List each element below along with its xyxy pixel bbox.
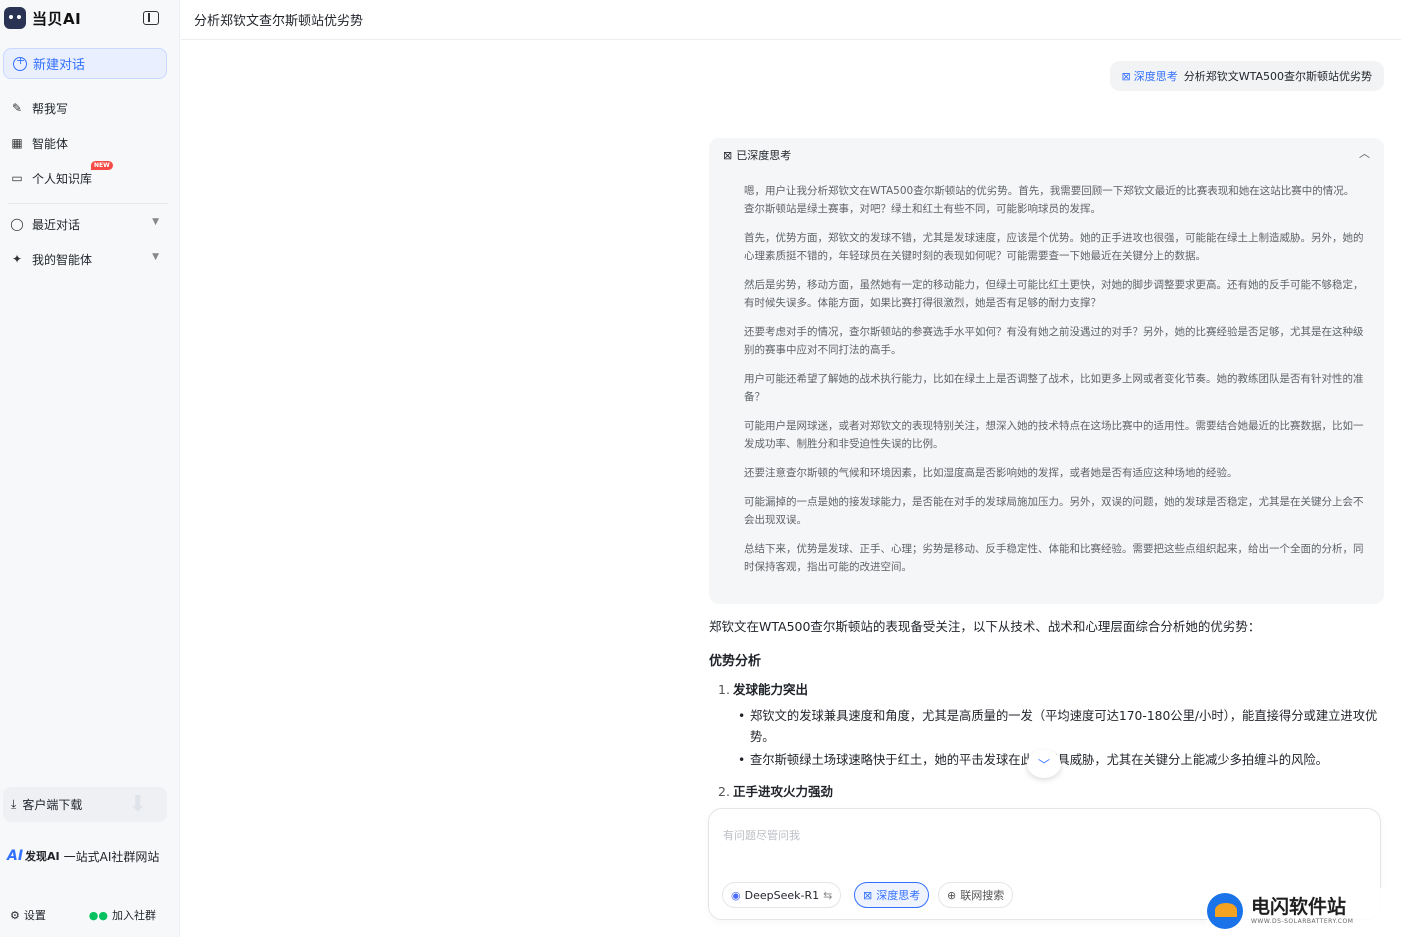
- sidebar-item-label: 个人知识库: [32, 171, 93, 186]
- deep-think-tag: ⊠ 深度思考: [1121, 69, 1178, 84]
- watermark-title: 电闪软件站: [1251, 896, 1347, 918]
- promo-text: 一站式AI社群网站: [63, 849, 160, 864]
- deep-think-toggle[interactable]: ⊠ 深度思考: [854, 882, 930, 908]
- chevron-up-icon[interactable]: ︿: [1359, 145, 1370, 161]
- brand[interactable]: 当贝AI: [4, 6, 81, 30]
- message-input-placeholder[interactable]: 有问题尽管问我: [723, 827, 800, 843]
- chevron-down-icon: ▼: [152, 252, 159, 262]
- thinking-paragraph: 还要考虑对手的情况，查尔斯顿站的参赛选手水平如何？有没有她之前没遇过的对手？另外…: [744, 326, 1364, 356]
- pen-icon: ✎: [11, 101, 23, 115]
- download-arrow-icon: ⬇: [128, 792, 147, 817]
- sidebar-section-recent[interactable]: ◯ 最近对话 ▼: [10, 213, 165, 235]
- answer-list: 1.发球能力突出 郑钦文的发球兼具速度和角度，尤其是高质量的一发（平均速度可达1…: [709, 679, 1389, 800]
- assistant-answer: 郑钦文在WTA500查尔斯顿站的表现备受关注，以下从技术、战术和心理层面综合分析…: [709, 618, 1389, 808]
- sidebar-section-my-agents[interactable]: ✦ 我的智能体 ▼: [10, 248, 165, 270]
- chevron-down-icon: ﹀: [1037, 757, 1050, 772]
- model-name: DeepSeek-R1: [744, 888, 820, 902]
- divider: [8, 203, 168, 204]
- new-chat-label: 新建对话: [33, 58, 86, 73]
- robot-logo-icon: [4, 7, 26, 29]
- list-item: 郑钦文的发球兼具速度和角度，尤其是高质量的一发（平均速度可达170-180公里/…: [738, 706, 1389, 748]
- thinking-paragraph: 然后是劣势，移动方面，虽然她有一定的移动能力，但绿土可能比红土更快，对她的脚步调…: [744, 279, 1364, 309]
- settings-button[interactable]: ⚙ 设置: [10, 907, 46, 923]
- thinking-paragraph: 首先，优势方面，郑钦文的发球不错，尤其是发球速度，应该是个优势。她的正手进攻也很…: [744, 232, 1364, 262]
- thinking-header[interactable]: ⊠ 已深度思考: [723, 147, 791, 163]
- watermark: 电闪软件站 WWW.DS-SOLARBATTERY.COM: [1207, 888, 1397, 933]
- sidebar-section-label: 我的智能体: [32, 252, 93, 267]
- new-chat-icon: [13, 54, 27, 71]
- answer-point-title: 1. 发球能力突出: [718, 682, 808, 697]
- atom-icon: ⊠: [863, 888, 873, 902]
- thinking-panel: ⊠ 已深度思考 ︿ 嗯，用户让我分析郑钦文在WTA500查尔斯顿站的优劣势。首先…: [709, 138, 1384, 604]
- atom-icon: ⊠: [723, 148, 733, 162]
- thinking-paragraph: 可能用户是网球迷，或者对郑钦文的表现特别关注，想深入她的技术特点在这场比赛中的适…: [744, 420, 1364, 450]
- thinking-paragraph: 总结下来，优势是发球、正手、心理；劣势是移动、反手稳定性、体能和比赛经验。需要把…: [744, 543, 1364, 573]
- thinking-content: 嗯，用户让我分析郑钦文在WTA500查尔斯顿站的优劣势。首先，我需要回顾一下郑钦…: [744, 182, 1364, 587]
- sidebar: 当贝AI 新建对话 ✎ 帮我写 ▦ 智能体 ▭ 个人知识库 NEW ◯ 最近对话…: [0, 0, 180, 937]
- folder-icon: ▭: [11, 171, 23, 185]
- promo-logo-icon: AI: [7, 848, 24, 864]
- user-message: ⊠ 深度思考 分析郑钦文WTA500查尔斯顿站优劣势: [1109, 61, 1384, 91]
- sidebar-section-label: 最近对话: [32, 217, 81, 232]
- user-message-text: 分析郑钦文WTA500查尔斯顿站优劣势: [1183, 70, 1372, 83]
- thinking-paragraph: 用户可能还希望了解她的战术执行能力，比如在绿土上是否调整了战术，比如更多上网或者…: [744, 373, 1364, 403]
- sidebar-item-knowledge[interactable]: ▭ 个人知识库 NEW: [10, 161, 165, 189]
- answer-intro: 郑钦文在WTA500查尔斯顿站的表现备受关注，以下从技术、战术和心理层面综合分析…: [709, 619, 1261, 634]
- sidebar-footer: ⚙ 设置 ●● 加入社群: [10, 905, 170, 925]
- chat-bubble-icon: ◯: [10, 217, 24, 231]
- model-selector[interactable]: ◉ DeepSeek-R1 ⇆: [722, 882, 842, 908]
- grid-icon: ▦: [11, 136, 23, 150]
- gear-icon: ⚙: [10, 908, 20, 922]
- answer-section-title: 优势分析: [709, 654, 762, 669]
- sidebar-item-label: 智能体: [32, 136, 69, 151]
- watermark-url: WWW.DS-SOLARBATTERY.COM: [1251, 918, 1354, 925]
- thinking-paragraph: 可能漏掉的一点是她的接发球能力，是否能在对手的发球局施加压力。另外，双误的问题，…: [744, 496, 1364, 526]
- globe-icon: ⊕: [947, 888, 957, 902]
- new-chat-button[interactable]: 新建对话: [3, 48, 167, 79]
- thinking-paragraph: 嗯，用户让我分析郑钦文在WTA500查尔斯顿站的优劣势。首先，我需要回顾一下郑钦…: [744, 185, 1355, 215]
- answer-point-title: 2. 正手进攻火力强劲: [718, 784, 833, 799]
- sidebar-item-agents[interactable]: ▦ 智能体: [10, 132, 165, 154]
- deep-think-label: 深度思考: [876, 889, 921, 902]
- join-label: 加入社群: [112, 909, 156, 922]
- join-community-button[interactable]: ●● 加入社群: [89, 907, 156, 923]
- promo-brand: 发现AI: [25, 850, 60, 863]
- watermark-logo-icon: [1207, 892, 1243, 929]
- new-badge: NEW: [91, 161, 113, 170]
- settings-label: 设置: [23, 909, 46, 922]
- promo-banner[interactable]: AI 发现AI 一站式AI社群网站: [3, 838, 167, 874]
- atom-icon: ⊠: [1121, 69, 1131, 83]
- sidebar-toggle-icon[interactable]: [143, 11, 159, 25]
- thinking-paragraph: 还要注意查尔斯顿的气候和环境因素，比如湿度高是否影响她的发挥，或者她是否有适应这…: [744, 467, 1238, 479]
- conversation-header: 分析郑钦文查尔斯顿站优劣势: [181, 0, 1401, 40]
- chevron-down-icon: ▼: [152, 217, 159, 227]
- scroll-to-bottom-button[interactable]: ﹀: [1027, 750, 1061, 778]
- download-icon: ⤓: [11, 797, 17, 811]
- download-label: 客户端下载: [22, 798, 83, 812]
- deepseek-whale-icon: ◉: [731, 888, 741, 902]
- download-client-button[interactable]: ⤓ 客户端下载 ⬇: [3, 787, 167, 822]
- sidebar-item-write[interactable]: ✎ 帮我写: [10, 97, 165, 119]
- thinking-title: 已深度思考: [736, 149, 792, 162]
- list-item: 查尔斯顿绿土场球速略快于红土，她的平击发球在此时更具威胁，尤其在关键分上能减少多…: [738, 750, 1389, 771]
- web-search-label: 联网搜索: [960, 889, 1005, 902]
- switch-icon: ⇆: [823, 888, 833, 902]
- page-title: 分析郑钦文查尔斯顿站优劣势: [194, 14, 364, 29]
- web-search-toggle[interactable]: ⊕ 联网搜索: [938, 882, 1014, 908]
- app-name: 当贝AI: [32, 9, 82, 28]
- wechat-icon: ●●: [88, 908, 108, 922]
- sparkle-icon: ✦: [11, 252, 23, 266]
- sidebar-item-label: 帮我写: [32, 101, 69, 116]
